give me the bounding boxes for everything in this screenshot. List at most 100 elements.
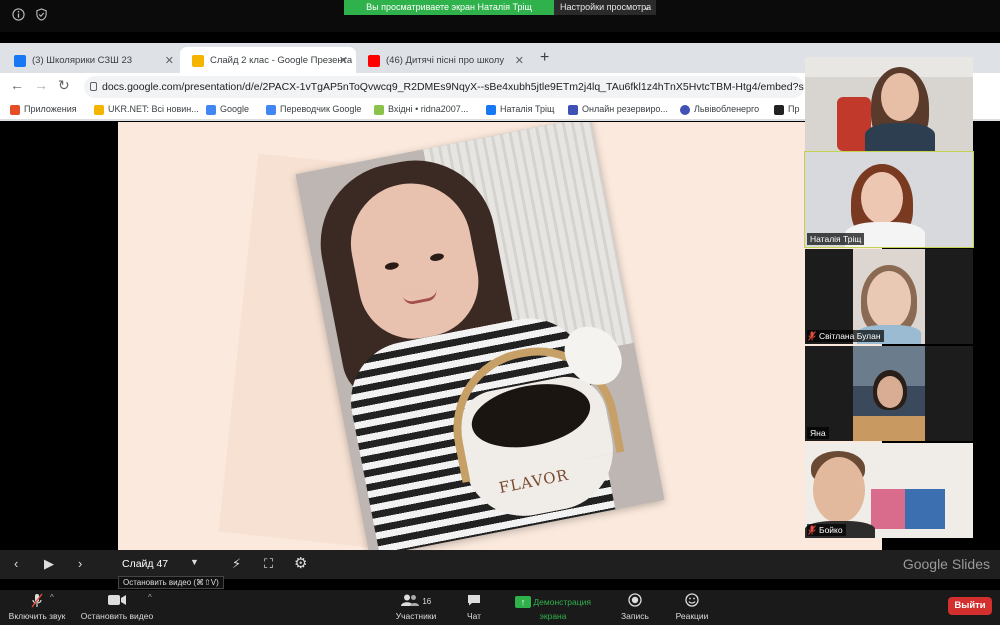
record-icon	[616, 593, 654, 611]
participants-button[interactable]: 16 Участники	[392, 593, 440, 621]
previous-slide-icon[interactable]: ‹	[14, 556, 18, 571]
record-button[interactable]: Запись	[616, 593, 654, 621]
translate-icon	[266, 105, 276, 115]
participant-name: Наталія Тріщ	[807, 233, 865, 245]
reaction-smiley-icon	[672, 593, 712, 611]
reactions-label: Реакции	[675, 611, 709, 621]
new-tab-button[interactable]: +	[540, 49, 549, 67]
facebook-icon	[486, 105, 496, 115]
ukrnet-icon	[94, 105, 104, 115]
forward-icon[interactable]: →	[34, 77, 48, 93]
participant-name: Яна	[807, 427, 829, 439]
video-camera-icon	[76, 593, 158, 611]
laser-pointer-icon[interactable]: ⚡	[232, 556, 241, 572]
tab-label: (3) Школярики СЗШ 23	[32, 55, 133, 66]
zoom-top-bar: Вы просматриваете экран Наталія Тріщ Нас…	[0, 0, 1000, 32]
mic-off-icon	[808, 331, 816, 341]
google-icon	[206, 105, 216, 115]
reload-icon[interactable]: ↻	[58, 77, 70, 94]
view-options-label: Настройки просмотра	[560, 2, 652, 12]
pr-icon	[774, 105, 784, 115]
bookmark-lvivoblenergo[interactable]: Львівобленерго	[680, 104, 760, 115]
fullscreen-icon[interactable]: ⛶	[264, 556, 273, 572]
bookmark-inbox[interactable]: Вхідні • ridna2007...	[374, 104, 469, 115]
participants-label: Участники	[395, 611, 437, 621]
browser-tab-facebook[interactable]: (3) Школярики СЗШ 23 ✕	[2, 47, 182, 75]
google-slides-logo: Google Slides	[902, 556, 990, 572]
mic-off-icon	[6, 593, 68, 611]
bookmark-label: Вхідні • ridna2007...	[388, 104, 469, 114]
screen-share-banner: Вы просматриваете экран Наталія Тріщ	[344, 0, 554, 15]
url-field[interactable]: docs.google.com/presentation/d/e/2PACX-1…	[84, 76, 804, 98]
chevron-down-icon[interactable]: ▼	[190, 557, 199, 567]
chat-label: Чат	[466, 611, 482, 621]
url-text: docs.google.com/presentation/d/e/2PACX-1…	[102, 81, 804, 93]
participant-tile[interactable]: Яна	[805, 346, 973, 441]
chat-button[interactable]: Чат	[458, 593, 490, 621]
unmute-label: Включить звук	[8, 611, 66, 621]
stop-video-button[interactable]: Остановить видео	[76, 593, 158, 621]
participant-tile[interactable]: Світлана Булан	[805, 249, 973, 344]
bookmark-label: Онлайн резервиро...	[582, 104, 668, 114]
reservation-icon	[568, 105, 578, 115]
zoom-toolbar: Включить звук ^ Остановить видео ^ 16 Уч…	[0, 590, 1000, 625]
stop-video-label: Остановить видео	[80, 611, 154, 621]
bookmark-apps[interactable]: Приложения	[10, 104, 77, 115]
bookmark-label: UKR.NET: Всі новин...	[108, 104, 199, 114]
bookmark-label: Переводчик Google	[280, 104, 362, 114]
slide-number-selector[interactable]: Слайд 47	[122, 558, 168, 570]
video-options-caret[interactable]: ^	[148, 593, 152, 602]
bookmark-label: Пр	[788, 104, 800, 114]
view-options-button[interactable]: Настройки просмотра ⌄	[554, 0, 656, 15]
slides-player-bar: ‹ ▶ › Слайд 47 ▼ ⚡ ⛶ ⚙ Google Slides	[0, 550, 1000, 579]
video-tooltip: Остановить видео (⌘⇧V)	[118, 576, 224, 589]
next-slide-icon[interactable]: ›	[78, 556, 82, 571]
audio-options-caret[interactable]: ^	[50, 593, 54, 602]
participant-tile[interactable]: Бойко	[805, 443, 973, 538]
info-icon[interactable]	[12, 8, 25, 21]
unmute-button[interactable]: Включить звук	[6, 593, 68, 621]
google-slides-icon	[192, 55, 204, 67]
close-icon[interactable]: ✕	[515, 47, 524, 75]
bookmark-translate[interactable]: Переводчик Google	[266, 104, 362, 115]
slide-canvas: FLAVOR	[118, 122, 882, 550]
bookmark-google[interactable]: Google	[206, 104, 250, 115]
share-screen-label: Демонстрация экрана	[533, 597, 591, 621]
tab-label: (46) Дитячі пісні про школу	[386, 55, 505, 66]
participant-tile[interactable]	[805, 57, 973, 151]
lvivoblenergo-icon	[680, 105, 690, 115]
bookmark-ukrnet[interactable]: UKR.NET: Всі новин...	[94, 104, 199, 115]
browser-tab-youtube[interactable]: (46) Дитячі пісні про школу ✕	[356, 47, 532, 75]
mail-icon	[374, 105, 384, 115]
participants-count: 16	[422, 597, 432, 606]
reactions-button[interactable]: Реакции	[672, 593, 712, 621]
tab-label: Слайд 2 клас - Google Презента	[210, 55, 353, 66]
bookmark-facebook[interactable]: Наталія Тріщ	[486, 104, 555, 115]
back-icon[interactable]: ←	[10, 77, 24, 93]
youtube-icon	[368, 55, 380, 67]
bookmark-label: Google	[220, 104, 250, 114]
participants-icon: 16	[392, 593, 440, 611]
gear-icon[interactable]: ⚙	[294, 554, 307, 572]
browser-tab-slides[interactable]: Слайд 2 клас - Google Презента ✕	[180, 47, 356, 75]
share-screen-icon: ↑	[515, 596, 532, 608]
leave-meeting-button[interactable]: Выйти	[948, 597, 992, 615]
share-screen-button[interactable]: ↑ Демонстрация экрана	[504, 593, 602, 621]
bookmark-pr[interactable]: Пр	[774, 104, 800, 115]
record-label: Запись	[621, 611, 649, 621]
bookmark-label: Львівобленерго	[694, 104, 760, 114]
facebook-icon	[14, 55, 26, 67]
participant-tile[interactable]: Наталія Тріщ	[804, 151, 974, 248]
close-icon[interactable]: ✕	[339, 47, 348, 75]
chat-icon	[458, 593, 490, 611]
play-icon[interactable]: ▶	[44, 556, 54, 572]
bookmark-label: Приложения	[24, 104, 77, 114]
lock-icon	[90, 82, 97, 91]
apps-icon	[10, 105, 20, 115]
shield-icon[interactable]	[35, 8, 48, 21]
mic-off-icon	[808, 525, 816, 535]
close-icon[interactable]: ✕	[165, 47, 174, 75]
bookmark-reservation[interactable]: Онлайн резервиро...	[568, 104, 668, 115]
bookmark-label: Наталія Тріщ	[500, 104, 555, 114]
participant-name: Світлана Булан	[807, 330, 884, 342]
